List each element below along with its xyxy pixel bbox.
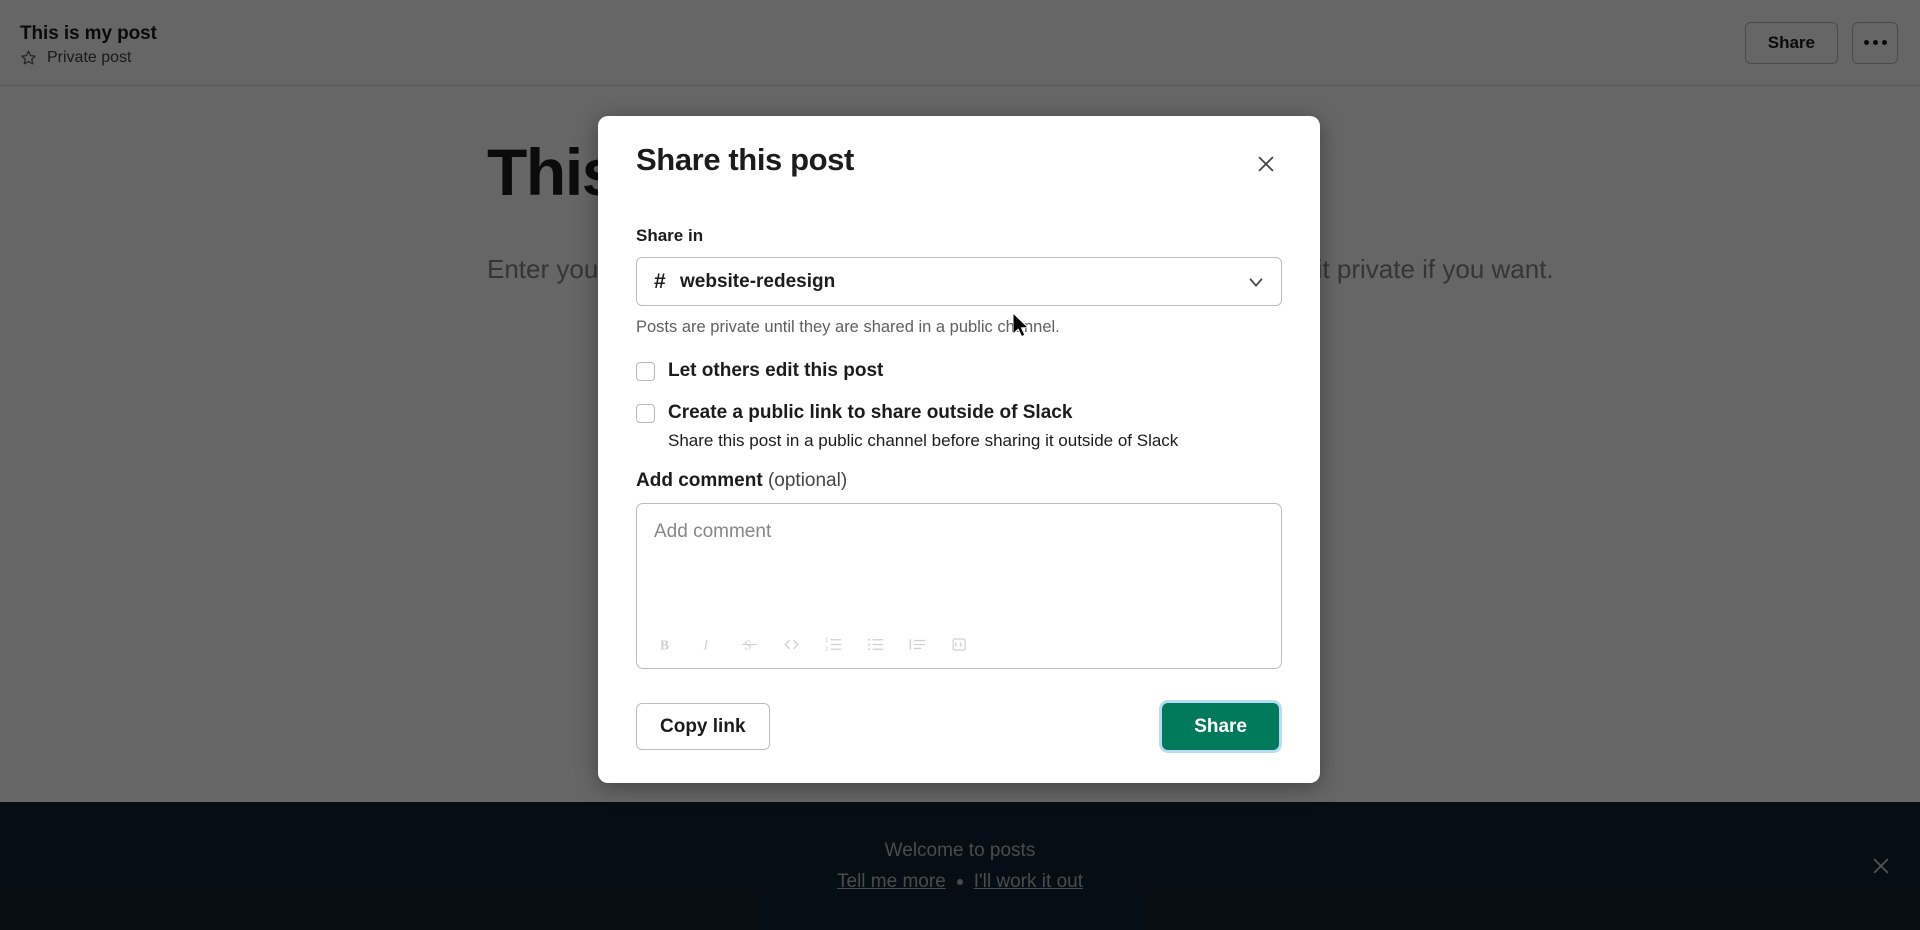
blockquote-icon[interactable] (901, 630, 933, 658)
comment-composer[interactable]: Add comment B I S 1 2 (636, 503, 1282, 670)
checkbox-label-public-link: Create a public link to share outside of… (668, 401, 1073, 423)
share-button[interactable]: Share (1162, 703, 1279, 751)
bulleted-list-icon[interactable] (859, 630, 891, 658)
checkbox-label-let-others-edit: Let others edit this post (668, 360, 884, 381)
share-in-label: Share in (636, 226, 704, 245)
channel-select[interactable]: # website-redesign (636, 257, 1282, 306)
checkbox-row-let-others-edit[interactable]: Let others edit this post (636, 359, 1282, 384)
formatting-toolbar: B I S 1 2 (649, 630, 975, 658)
code-icon[interactable] (775, 630, 807, 658)
checkbox-row-public-link[interactable]: Create a public link to share outside of… (636, 401, 1282, 426)
dialog-header: Share this post (636, 142, 1282, 180)
code-block-icon[interactable] (943, 630, 975, 658)
dialog-footer: Copy link Share (636, 700, 1282, 754)
hash-icon: # (654, 269, 666, 293)
chevron-down-icon (1245, 271, 1267, 293)
channel-select-value: website-redesign (680, 270, 836, 292)
checkbox-public-link[interactable] (636, 403, 655, 423)
checkbox-let-others-edit[interactable] (636, 362, 655, 381)
ordered-list-icon[interactable]: 1 2 (817, 630, 849, 658)
app-root: This is my post Private post Share This … (0, 0, 1920, 930)
add-comment-label-optional: (optional) (762, 470, 848, 492)
share-button-focus-ring: Share (1159, 700, 1282, 754)
italic-icon[interactable]: I (691, 630, 723, 658)
share-post-dialog: Share this post Share in # website-redes… (598, 116, 1320, 784)
strikethrough-icon[interactable]: S (733, 630, 765, 658)
svg-text:2: 2 (824, 646, 828, 653)
copy-link-button[interactable]: Copy link (636, 703, 770, 751)
svg-text:B: B (659, 637, 668, 652)
add-comment-label-bold: Add comment (636, 470, 763, 492)
bold-icon[interactable]: B (649, 630, 681, 658)
add-comment-label: Add comment (optional) (636, 470, 1282, 492)
checkbox-sub-public-link: Share this post in a public channel befo… (668, 431, 1179, 451)
close-icon[interactable] (1250, 148, 1282, 180)
svg-text:I: I (702, 637, 708, 652)
comment-input-placeholder: Add comment (654, 521, 772, 543)
privacy-helper-text: Posts are private until they are shared … (636, 318, 1060, 336)
svg-text:1: 1 (824, 637, 828, 644)
dialog-title: Share this post (636, 142, 854, 177)
